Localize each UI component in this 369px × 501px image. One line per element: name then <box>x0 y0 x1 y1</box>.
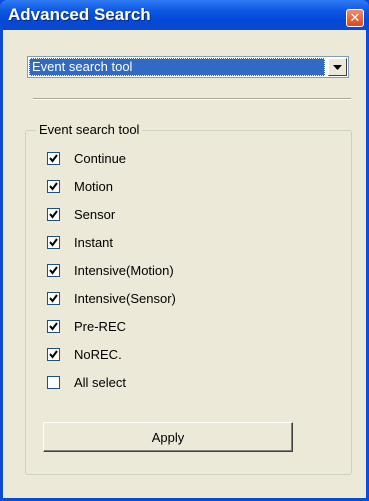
checkbox-intensive-motion[interactable] <box>47 264 60 277</box>
checkbox-label: Sensor <box>74 207 116 222</box>
checkbox-label: Pre-REC <box>74 319 127 334</box>
checkbox-instant[interactable] <box>47 236 60 249</box>
window-title: Advanced Search <box>8 5 151 24</box>
checkbox-label: All select <box>74 375 127 390</box>
title-bar[interactable]: Advanced Search ✕ <box>0 0 369 30</box>
checkmark-icon <box>49 322 58 331</box>
checkbox-row-instant[interactable]: Instant <box>47 235 113 250</box>
checkbox-intensive-sensor[interactable] <box>47 292 60 305</box>
checkbox-label: Intensive(Motion) <box>74 263 174 278</box>
chevron-down-icon <box>333 65 342 70</box>
checkbox-all-select[interactable] <box>47 376 60 389</box>
dialog-client-area: Event search tool Event search tool Cont… <box>3 30 366 498</box>
checkbox-norec[interactable] <box>47 348 60 361</box>
checkbox-label: Instant <box>74 235 114 250</box>
checkbox-continue[interactable] <box>47 152 60 165</box>
checkbox-row-motion[interactable]: Motion <box>47 179 113 194</box>
checkbox-label: Motion <box>74 179 114 194</box>
checkmark-icon <box>49 154 58 163</box>
checkbox-motion[interactable] <box>47 180 60 193</box>
checkbox-label: Continue <box>74 151 127 166</box>
groupbox-legend: Event search tool <box>36 122 143 137</box>
checkbox-row-intensive-sensor[interactable]: Intensive(Sensor) <box>47 291 176 306</box>
checkmark-icon <box>49 238 58 247</box>
close-icon: ✕ <box>349 10 361 25</box>
checkbox-row-pre-rec[interactable]: Pre-REC <box>47 319 126 334</box>
search-type-dropdown[interactable]: Event search tool <box>27 56 349 78</box>
checkbox-sensor[interactable] <box>47 208 60 221</box>
checkbox-pre-rec[interactable] <box>47 320 60 333</box>
apply-button[interactable]: Apply <box>43 422 293 452</box>
checkbox-row-continue[interactable]: Continue <box>47 151 126 166</box>
close-button[interactable]: ✕ <box>346 9 364 27</box>
checkmark-icon <box>49 350 58 359</box>
checkbox-row-sensor[interactable]: Sensor <box>47 207 115 222</box>
checkmark-icon <box>49 182 58 191</box>
checkmark-icon <box>49 294 58 303</box>
checkmark-icon <box>49 266 58 275</box>
checkbox-row-all-select[interactable]: All select <box>47 375 126 390</box>
search-type-selected-value: Event search tool <box>29 58 325 76</box>
checkmark-icon <box>49 210 58 219</box>
checkbox-label: NoREC. <box>74 347 122 362</box>
advanced-search-window: Advanced Search ✕ Event search tool Even… <box>0 0 369 501</box>
checkbox-row-intensive-motion[interactable]: Intensive(Motion) <box>47 263 174 278</box>
checkbox-label: Intensive(Sensor) <box>74 291 176 306</box>
separator-line <box>33 98 351 100</box>
dropdown-arrow-button[interactable] <box>328 58 347 76</box>
checkbox-row-norec[interactable]: NoREC. <box>47 347 122 362</box>
